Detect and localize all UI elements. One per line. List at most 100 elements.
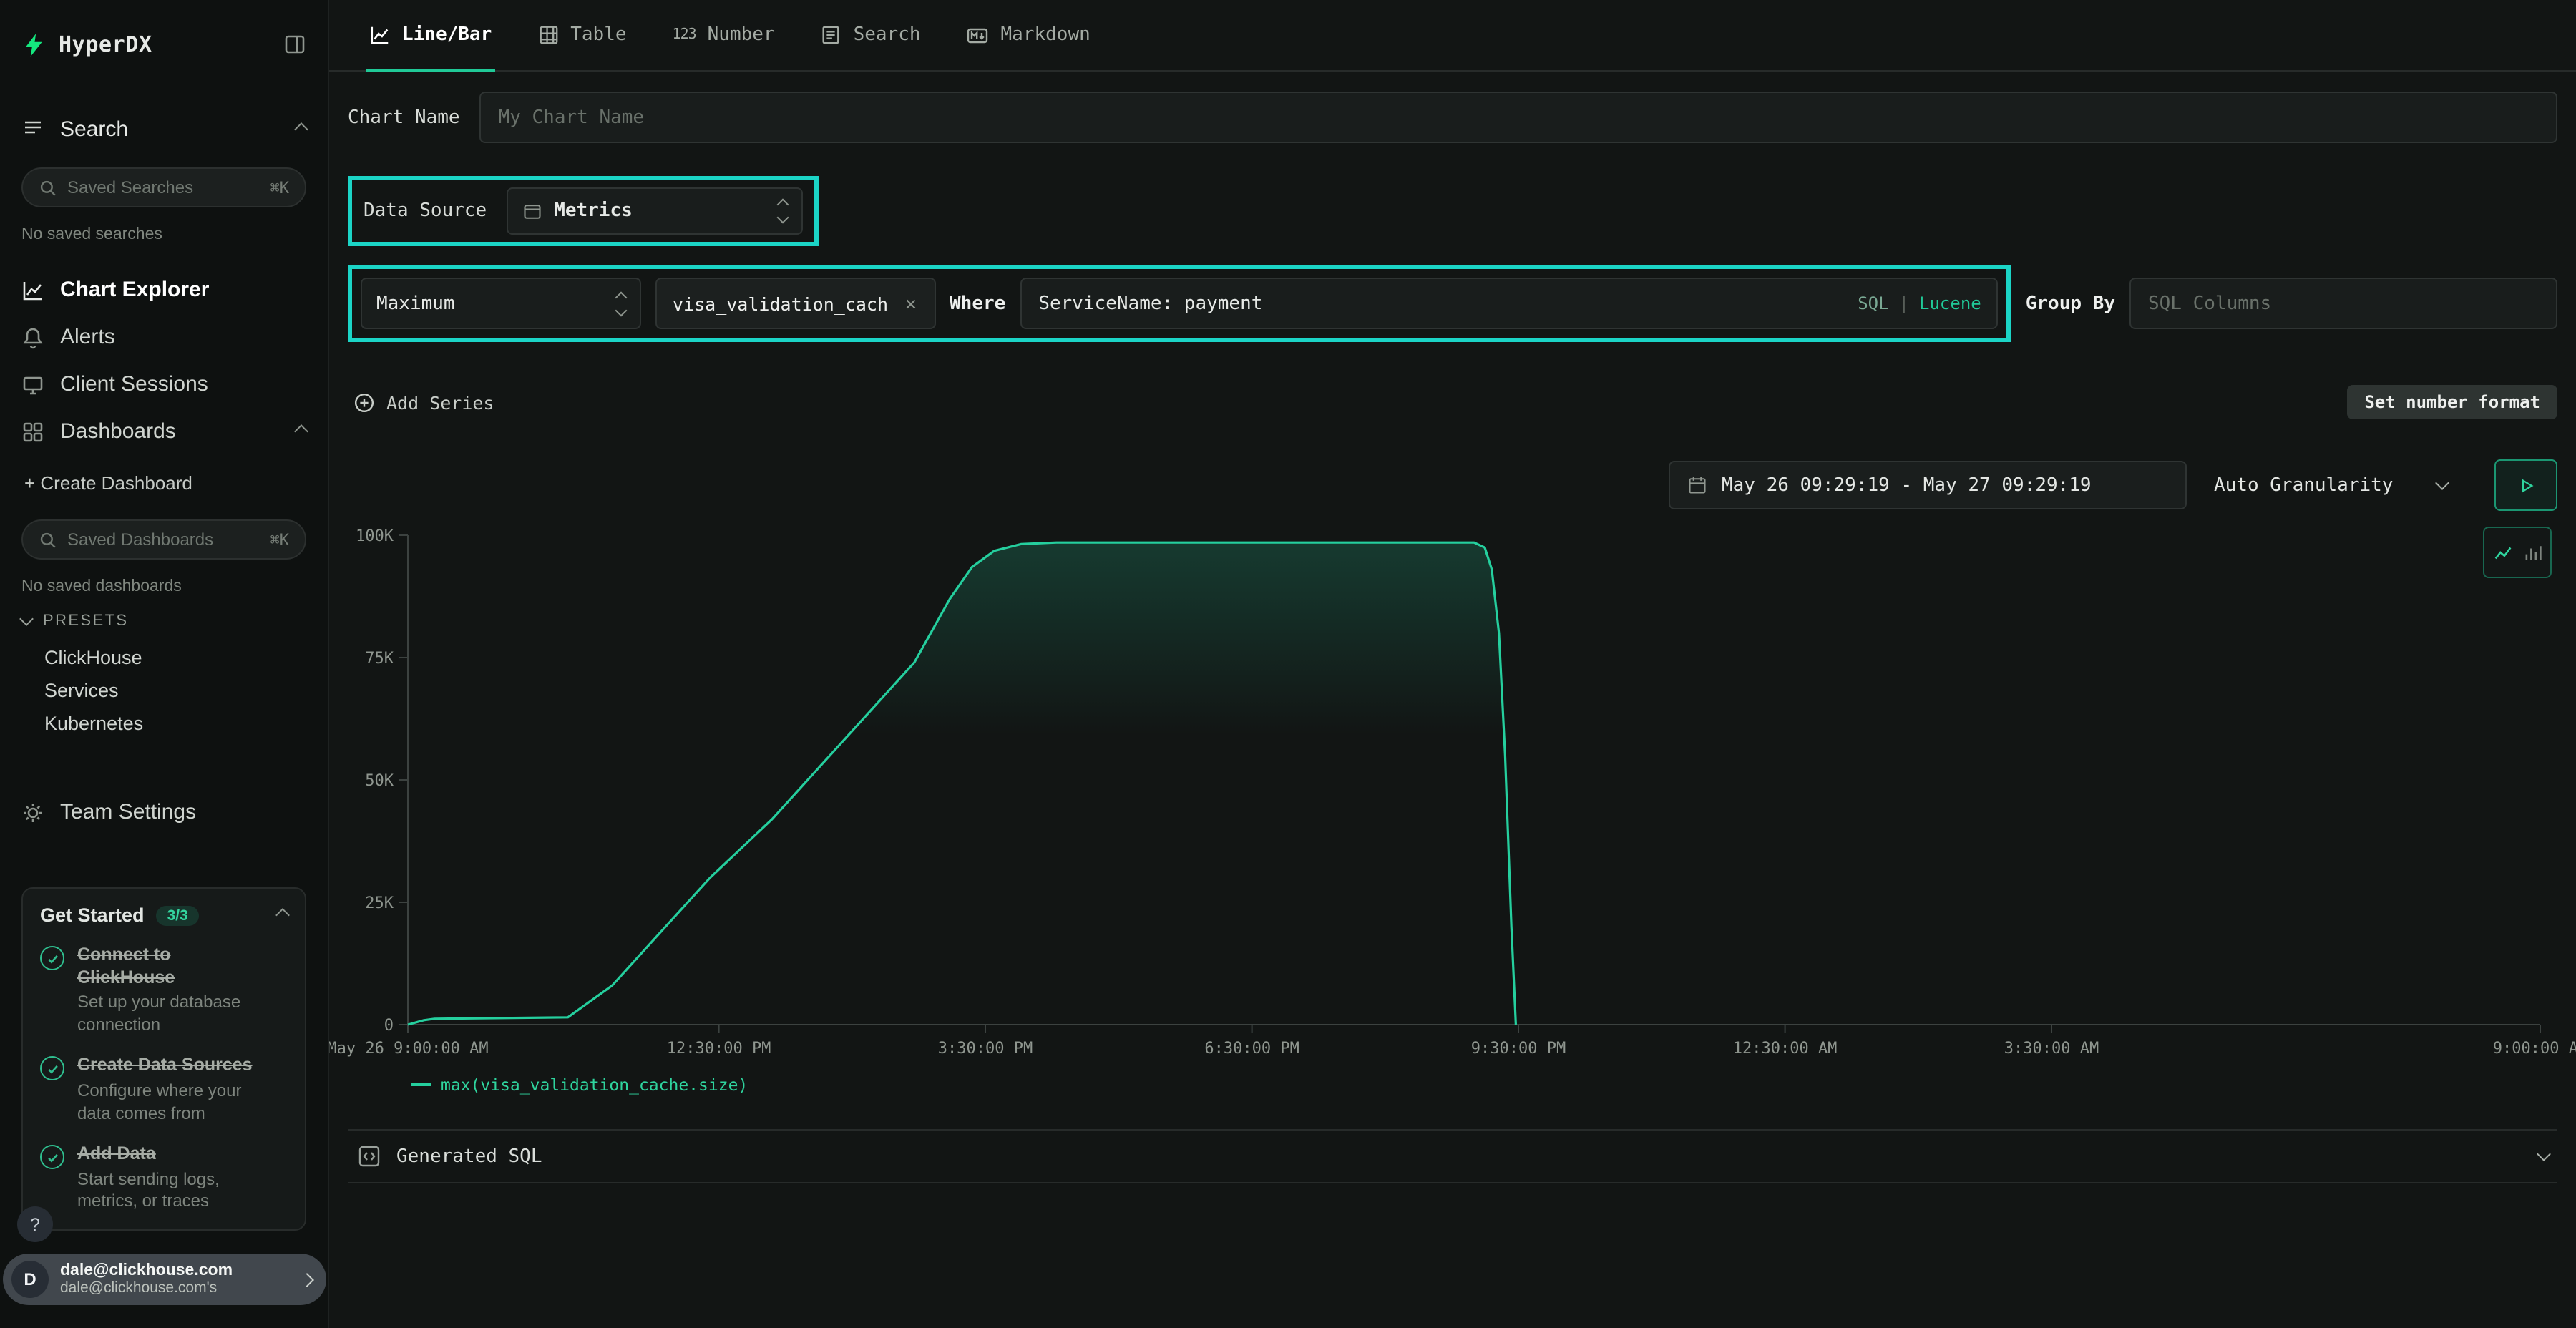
sidebar-item-dashboards[interactable]: Dashboards <box>21 408 306 455</box>
set-number-format-button[interactable]: Set number format <box>2347 385 2557 419</box>
preset-clickhouse[interactable]: ClickHouse <box>21 641 306 674</box>
search-section-label: Search <box>60 117 128 141</box>
run-query-button[interactable] <box>2494 459 2557 511</box>
number-123-icon: 123 <box>673 27 696 43</box>
saved-searches-placeholder: Saved Searches <box>67 177 270 197</box>
where-input[interactable] <box>1020 278 1998 329</box>
sidebar-item-client-sessions[interactable]: Client Sessions <box>21 361 306 408</box>
user-team: dale@clickhouse.com's <box>60 1279 302 1297</box>
svg-text:100K: 100K <box>356 527 394 545</box>
get-started-item-desc: Start sending logs, metrics, or traces <box>77 1169 263 1214</box>
check-circle-icon <box>40 1057 64 1081</box>
tab-table[interactable]: Table <box>537 0 626 70</box>
granularity-value: Auto Granularity <box>2214 474 2393 496</box>
metric-chip-label: visa_validation_cach <box>673 293 888 314</box>
saved-dashboards-input[interactable]: Saved Dashboards ⌘K <box>21 519 306 560</box>
brand-name[interactable]: HyperDX <box>59 31 152 57</box>
user-email: dale@clickhouse.com <box>60 1262 302 1279</box>
sidebar: HyperDX Search Saved Searches ⌘K No save… <box>0 0 329 1328</box>
granularity-select[interactable]: Auto Granularity <box>2200 461 2462 509</box>
preset-kubernetes[interactable]: Kubernetes <box>21 707 306 740</box>
avatar: D <box>11 1261 49 1298</box>
tab-number[interactable]: 123 Number <box>673 0 775 70</box>
add-series-button[interactable]: Add Series <box>353 391 494 413</box>
chart-canvas[interactable]: 025K50K75K100KMay 26 9:00:00 AM12:30:00 … <box>348 522 2559 1069</box>
tab-search[interactable]: Search <box>821 0 921 70</box>
sidebar-item-team-settings[interactable]: Team Settings <box>21 788 306 836</box>
metric-chip[interactable]: visa_validation_cach <box>655 278 935 329</box>
user-profile-bar[interactable]: D dale@clickhouse.com dale@clickhouse.co… <box>3 1254 326 1305</box>
date-range-picker[interactable]: May 26 09:29:19 - May 27 09:29:19 <box>1669 461 2187 509</box>
hyperdx-logo-icon[interactable] <box>21 32 46 57</box>
data-source-highlight-box: Data Source Metrics <box>348 176 819 246</box>
bar-chart-toggle-icon[interactable] <box>2523 543 2542 562</box>
data-source-label: Data Source <box>364 200 487 222</box>
gear-icon <box>21 801 44 824</box>
get-started-item[interactable]: Connect to ClickHouse Set up your databa… <box>40 944 288 1037</box>
create-dashboard-button[interactable]: + Create Dashboard <box>24 472 306 494</box>
plus-circle-icon <box>353 391 375 413</box>
sidebar-item-label: Client Sessions <box>60 372 208 396</box>
aggregation-select[interactable]: Maximum <box>361 278 641 329</box>
get-started-item-title: Connect to ClickHouse <box>77 944 263 990</box>
chart-name-input[interactable] <box>480 92 2557 143</box>
get-started-item-title: Create Data Sources <box>77 1055 263 1078</box>
search-section-header[interactable]: Search <box>21 112 306 146</box>
monitor-icon <box>21 373 44 396</box>
chart-type-tabbar: Line/Bar Table 123 Number Search <box>329 0 2576 72</box>
svg-text:6:30:00 PM: 6:30:00 PM <box>1204 1040 1299 1058</box>
sidebar-item-alerts[interactable]: Alerts <box>21 313 306 361</box>
generated-sql-label: Generated SQL <box>396 1146 542 1167</box>
line-chart-toggle-icon[interactable] <box>2493 542 2514 563</box>
legend-series-name: max(visa_validation_cache.size) <box>441 1075 748 1095</box>
get-started-progress-badge: 3/3 <box>156 905 200 925</box>
logs-icon <box>21 117 44 140</box>
search-icon <box>39 178 57 197</box>
date-range-value: May 26 09:29:19 - May 27 09:29:19 <box>1722 474 2092 496</box>
sql-language-toggle[interactable]: SQL <box>1858 293 1888 313</box>
sidebar-item-chart-explorer[interactable]: Chart Explorer <box>21 266 306 313</box>
logo-row: HyperDX <box>21 23 306 66</box>
dashboards-grid-icon <box>21 420 44 443</box>
svg-text:25K: 25K <box>365 894 394 912</box>
presets-header[interactable]: PRESETS <box>21 612 306 630</box>
no-saved-dashboards-text: No saved dashboards <box>21 578 306 595</box>
get-started-item-desc: Set up your database connection <box>77 992 263 1037</box>
chevron-up-icon[interactable] <box>275 908 290 922</box>
get-started-item-desc: Configure where your data comes from <box>77 1080 263 1125</box>
svg-text:3:30:00 PM: 3:30:00 PM <box>938 1040 1033 1058</box>
chevron-up-icon[interactable] <box>294 424 308 439</box>
help-button[interactable]: ? <box>17 1206 53 1242</box>
collapse-sidebar-icon[interactable] <box>283 33 306 56</box>
where-label: Where <box>950 293 1005 314</box>
get-started-card: Get Started 3/3 Connect to ClickHouse Se… <box>21 887 306 1231</box>
group-by-input[interactable] <box>2129 278 2557 329</box>
saved-searches-input[interactable]: Saved Searches ⌘K <box>21 167 306 208</box>
app-window: HyperDX Search Saved Searches ⌘K No save… <box>0 0 2576 1328</box>
get-started-title: Get Started <box>40 904 145 926</box>
get-started-item[interactable]: Add Data Start sending logs, metrics, or… <box>40 1144 288 1214</box>
chart-display-toggle <box>2483 527 2552 578</box>
data-source-select[interactable]: Metrics <box>507 187 803 235</box>
chevron-up-icon[interactable] <box>294 122 308 136</box>
get-started-item[interactable]: Create Data Sources Configure where your… <box>40 1055 288 1126</box>
svg-text:12:30:00 AM: 12:30:00 AM <box>1733 1040 1838 1058</box>
preset-services[interactable]: Services <box>21 674 306 707</box>
select-caret-icon <box>779 200 787 222</box>
search-icon <box>39 530 57 549</box>
tab-label: Markdown <box>1001 24 1091 46</box>
legend-color-swatch <box>411 1083 431 1086</box>
tab-label: Search <box>854 24 921 46</box>
tab-line-bar[interactable]: Line/Bar <box>369 0 492 70</box>
svg-text:12:30:00 PM: 12:30:00 PM <box>667 1040 771 1058</box>
lucene-language-toggle[interactable]: Lucene <box>1919 293 1981 313</box>
generated-sql-toggle[interactable]: Generated SQL <box>348 1129 2557 1183</box>
get-started-header[interactable]: Get Started 3/3 <box>40 904 288 926</box>
shortcut-badge: ⌘K <box>270 530 290 549</box>
saved-dashboards-placeholder: Saved Dashboards <box>67 529 270 550</box>
sidebar-item-label: Dashboards <box>60 419 176 444</box>
tab-markdown[interactable]: Markdown <box>967 0 1091 70</box>
chart-legend[interactable]: max(visa_validation_cache.size) <box>411 1075 2557 1095</box>
close-icon[interactable] <box>902 296 918 311</box>
bell-icon <box>21 326 44 348</box>
